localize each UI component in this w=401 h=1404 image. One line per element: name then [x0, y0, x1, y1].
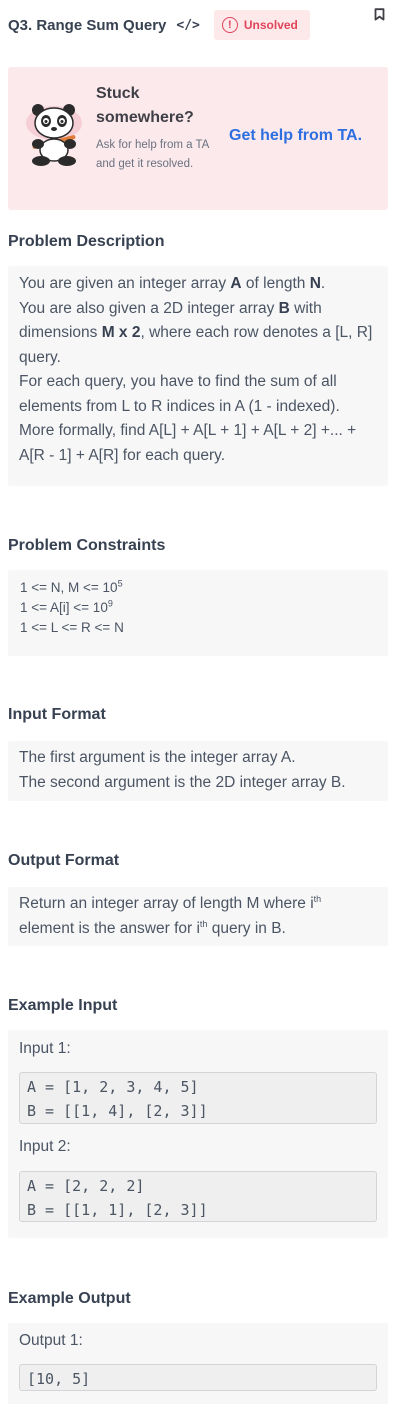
status-text: Unsolved	[243, 18, 298, 32]
panda-mascot-icon	[26, 104, 82, 166]
constraints-box: 1 <= N, M <= 105 1 <= A[i] <= 109 1 <= L…	[8, 570, 388, 656]
help-subtext: Ask for help from a TA and get it resolv…	[96, 139, 209, 170]
bookmark-icon[interactable]	[374, 8, 385, 21]
description-line: You are given an integer array A of leng…	[19, 275, 326, 292]
description-box: You are given an integer array A of leng…	[8, 266, 388, 486]
constraint-line: 1 <= A[i] <= 109	[20, 598, 113, 615]
description-title: Problem Description	[8, 233, 165, 250]
description-line: You are also given a 2D integer array B …	[19, 299, 373, 366]
code-icon[interactable]: </>	[176, 18, 199, 33]
example-output-title: Example Output	[8, 1290, 131, 1307]
output-format-box: Return an integer array of length M wher…	[8, 887, 388, 946]
output-1-code[interactable]: [10, 5]	[19, 1364, 377, 1391]
description-text: You are given an integer array A of leng…	[8, 266, 388, 474]
constraints-title: Problem Constraints	[8, 537, 166, 554]
status-badge: ! Unsolved	[213, 10, 310, 40]
constraint-line: 1 <= L <= R <= N	[20, 620, 124, 635]
input-format-title: Input Format	[8, 706, 106, 723]
alert-icon: !	[221, 17, 238, 33]
constraint-line: 1 <= N, M <= 105	[20, 578, 123, 595]
input-2-code[interactable]: A = [2, 2, 2] B = [[1, 1], [2, 3]]	[19, 1171, 377, 1222]
input-1-label: Input 1:	[19, 1040, 71, 1057]
question-header: Q3. Range Sum Query </> ! Unsolved	[8, 10, 393, 40]
description-line: More formally, find A[L] + A[L + 1] + A[…	[19, 422, 357, 464]
help-card: Stuck somewhere? Ask for help from a TA …	[8, 67, 388, 210]
get-help-link[interactable]: Get help from TA.	[229, 127, 362, 145]
output-format-text: Return an integer array of length M wher…	[19, 893, 322, 937]
input-1-code[interactable]: A = [1, 2, 3, 4, 5] B = [[1, 4], [2, 3]]	[19, 1072, 377, 1124]
input-format-line: The second argument is the 2D integer ar…	[19, 773, 346, 791]
stuck-heading: Stuck somewhere?	[96, 85, 194, 126]
input-format-box: The first argument is the integer array …	[8, 741, 388, 801]
question-title: Q3. Range Sum Query	[8, 16, 167, 34]
output-1-label: Output 1:	[19, 1332, 83, 1349]
input-format-line: The first argument is the integer array …	[19, 749, 296, 766]
input-2-label: Input 2:	[19, 1138, 71, 1155]
description-line: For each query, you have to find the sum…	[19, 373, 340, 415]
output-format-title: Output Format	[8, 852, 120, 869]
example-input-title: Example Input	[8, 997, 118, 1014]
